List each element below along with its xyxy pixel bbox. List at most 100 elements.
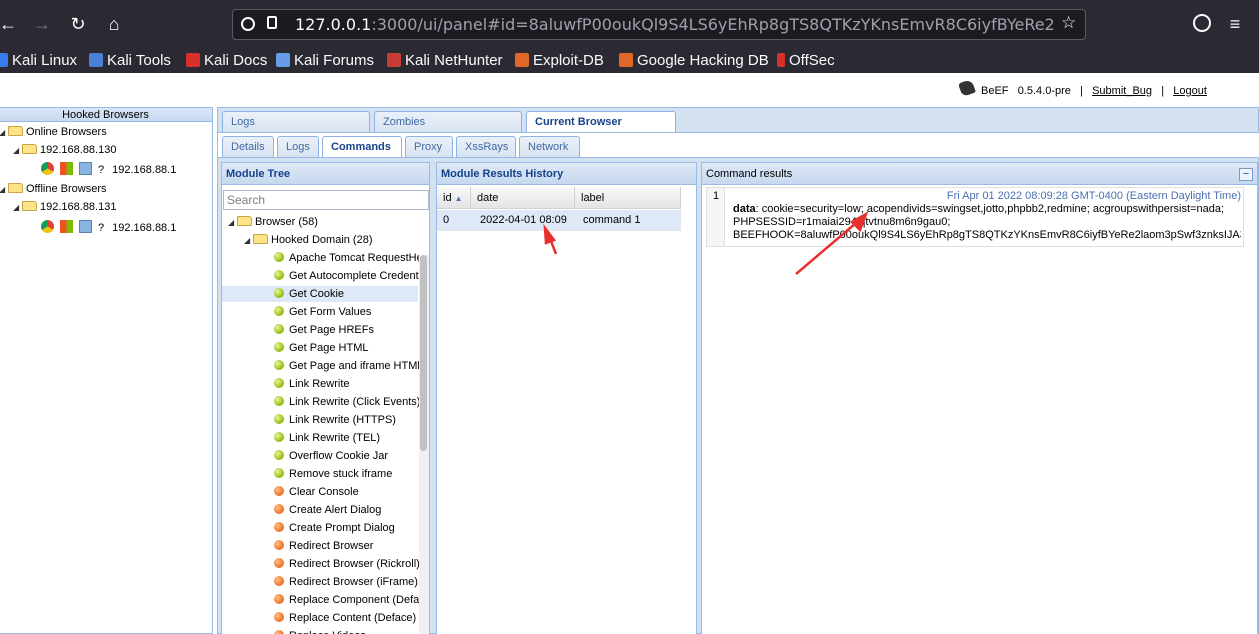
module-item[interactable]: Link Rewrite (Click Events) xyxy=(222,394,421,410)
windows-icon xyxy=(60,220,73,233)
module-tree-scrollbar[interactable] xyxy=(419,255,429,634)
tab-zombies[interactable]: Zombies xyxy=(374,111,522,132)
expand-icon[interactable]: ◢ xyxy=(0,182,8,198)
collapse-icon[interactable]: − xyxy=(1239,168,1253,181)
bookmark-kali-docs[interactable]: Kali Docs xyxy=(186,51,267,71)
bookmark-google-hacking-db[interactable]: Google Hacking DB xyxy=(619,51,769,71)
expand-icon[interactable]: ◢ xyxy=(13,200,22,216)
module-search-input[interactable]: Search xyxy=(223,190,429,210)
row-date: 2022-04-01 08:09 xyxy=(480,214,567,226)
kali-icon xyxy=(0,53,8,67)
nethunter-icon xyxy=(387,53,401,67)
bookmark-kali-tools[interactable]: Kali Tools xyxy=(89,51,171,71)
col-label[interactable]: label xyxy=(575,187,681,209)
module-visible-icon xyxy=(274,486,284,496)
module-item[interactable]: Link Rewrite (HTTPS) xyxy=(222,412,418,428)
history-row[interactable]: 0 2022-04-01 08:09 command 1 xyxy=(437,210,681,231)
submit-bug-link[interactable]: Submit_Bug xyxy=(1092,85,1152,97)
tab-current-browser[interactable]: Current Browser xyxy=(526,111,676,133)
url-bar[interactable]: 127.0.0.1:3000/ui/panel#id=8aluwfP00oukQ… xyxy=(232,9,1086,40)
bookmarks-bar: Kali Linux Kali Tools Kali Docs Kali For… xyxy=(0,48,1259,73)
online-host-node[interactable]: ◢ 192.168.88.130 xyxy=(13,142,116,158)
bookmark-kali-linux[interactable]: Kali Linux xyxy=(0,51,77,71)
module-item-label: Overflow Cookie Jar xyxy=(289,450,389,462)
offline-browser-entry[interactable]: ? 192.168.88.1 xyxy=(41,220,176,236)
module-item[interactable]: Redirect Browser (iFrame) xyxy=(222,574,418,590)
module-item-label: Replace Component (Defa xyxy=(289,594,420,606)
module-item-label: Replace Content (Deface) xyxy=(289,612,417,624)
folder-icon xyxy=(22,144,37,154)
subtab-commands[interactable]: Commands xyxy=(322,136,402,158)
module-item[interactable]: Replace Content (Deface) xyxy=(222,610,418,626)
module-item[interactable]: Get Page HREFs xyxy=(222,322,418,338)
result-line-3: BEEFHOOK=8aluwfP00oukQl9S4LS6yEhRp8gTS8Q… xyxy=(733,229,1241,241)
module-tree-scroll-thumb[interactable] xyxy=(420,255,427,451)
module-item[interactable]: Clear Console xyxy=(222,484,418,500)
module-item[interactable]: Get Cookie xyxy=(222,286,418,302)
subtab-network[interactable]: Network xyxy=(519,136,580,157)
col-id[interactable]: id ▲ xyxy=(437,187,471,209)
col-date[interactable]: date xyxy=(471,187,575,209)
bookmark-offsec[interactable]: OffSec xyxy=(777,51,835,71)
module-item[interactable]: Get Autocomplete Credent xyxy=(222,268,419,284)
subtab-details[interactable]: Details xyxy=(222,136,274,157)
bookmark-kali-forums[interactable]: Kali Forums xyxy=(276,51,374,71)
module-item[interactable]: Remove stuck iframe xyxy=(222,466,418,482)
module-item[interactable]: Overflow Cookie Jar xyxy=(222,448,418,464)
result-line-1: data: cookie=security=low; acopendivids=… xyxy=(733,203,1225,215)
module-item[interactable]: Create Alert Dialog xyxy=(222,502,418,518)
hooked-domain-node[interactable]: ◢ Hooked Domain (28) xyxy=(244,232,373,248)
module-item[interactable]: Get Page HTML xyxy=(222,340,418,356)
module-item[interactable]: Redirect Browser (Rickroll) xyxy=(222,556,420,572)
separator: | xyxy=(1161,85,1165,97)
online-browser-entry[interactable]: ? 192.168.88.1 xyxy=(41,162,176,178)
module-item[interactable]: Link Rewrite (TEL) xyxy=(222,430,418,446)
module-item[interactable]: Get Page and iframe HTMl xyxy=(222,358,420,374)
expand-icon[interactable]: ◢ xyxy=(228,215,237,231)
offline-browsers-node[interactable]: ◢Offline Browsers xyxy=(0,181,107,197)
module-item[interactable]: Redirect Browser xyxy=(222,538,418,554)
site-info-icon[interactable] xyxy=(241,17,255,31)
beef-header-links: BeEF 0.5.4.0-pre | Submit_Bug | Logout xyxy=(981,85,1207,97)
expand-icon[interactable]: ◢ xyxy=(0,125,8,141)
module-item-label: Get Page HREFs xyxy=(289,324,374,336)
module-works-icon xyxy=(274,378,284,388)
reload-icon[interactable]: ↻ xyxy=(66,12,90,36)
bookmark-exploit-db[interactable]: Exploit-DB xyxy=(515,51,604,71)
menu-icon[interactable]: ≡ xyxy=(1223,12,1247,36)
module-item[interactable]: Create Prompt Dialog xyxy=(222,520,418,536)
pocket-icon[interactable] xyxy=(1193,14,1211,32)
online-browsers-node[interactable]: ◢Online Browsers xyxy=(0,124,107,140)
logout-link[interactable]: Logout xyxy=(1173,85,1207,97)
expand-icon[interactable]: ◢ xyxy=(13,143,22,159)
page-icon[interactable] xyxy=(267,16,277,29)
module-item[interactable]: Replace Videos xyxy=(222,628,418,634)
forward-icon[interactable]: → xyxy=(30,12,54,36)
subtab-proxy[interactable]: Proxy xyxy=(405,136,453,157)
result-line-number: 1 xyxy=(707,188,725,246)
beef-version: 0.5.4.0-pre xyxy=(1017,85,1071,97)
browser-category-node[interactable]: ◢ Browser (58) xyxy=(228,214,318,230)
expand-icon[interactable]: ◢ xyxy=(244,233,253,249)
module-item-label: Link Rewrite (Click Events) xyxy=(289,396,421,408)
module-item[interactable]: Replace Component (Defa xyxy=(222,592,420,608)
module-item[interactable]: Get Form Values xyxy=(222,304,418,320)
computer-icon xyxy=(79,220,92,233)
module-item-label: Replace Videos xyxy=(289,630,366,634)
subtab-xssrays[interactable]: XssRays xyxy=(456,136,516,157)
module-item[interactable]: Link Rewrite xyxy=(222,376,418,392)
tab-logs[interactable]: Logs xyxy=(222,111,370,132)
url-text[interactable]: 127.0.0.1:3000/ui/panel#id=8aluwfP00oukQ… xyxy=(295,15,1055,34)
home-icon[interactable]: ⌂ xyxy=(102,12,126,36)
history-title: Module Results History xyxy=(437,163,696,185)
offline-host-node[interactable]: ◢ 192.168.88.131 xyxy=(13,199,116,215)
back-icon[interactable]: ← xyxy=(0,12,20,36)
module-works-icon xyxy=(274,252,284,262)
bookmark-star-icon[interactable]: ☆ xyxy=(1061,13,1076,33)
subtab-logs[interactable]: Logs xyxy=(277,136,319,157)
module-item-label: Get Form Values xyxy=(289,306,372,318)
module-item-label: Redirect Browser (Rickroll) xyxy=(289,558,420,570)
module-item[interactable]: Apache Tomcat RequestHe xyxy=(222,250,423,266)
history-grid-header: id ▲ date label xyxy=(437,187,681,209)
bookmark-kali-nethunter[interactable]: Kali NetHunter xyxy=(387,51,503,71)
